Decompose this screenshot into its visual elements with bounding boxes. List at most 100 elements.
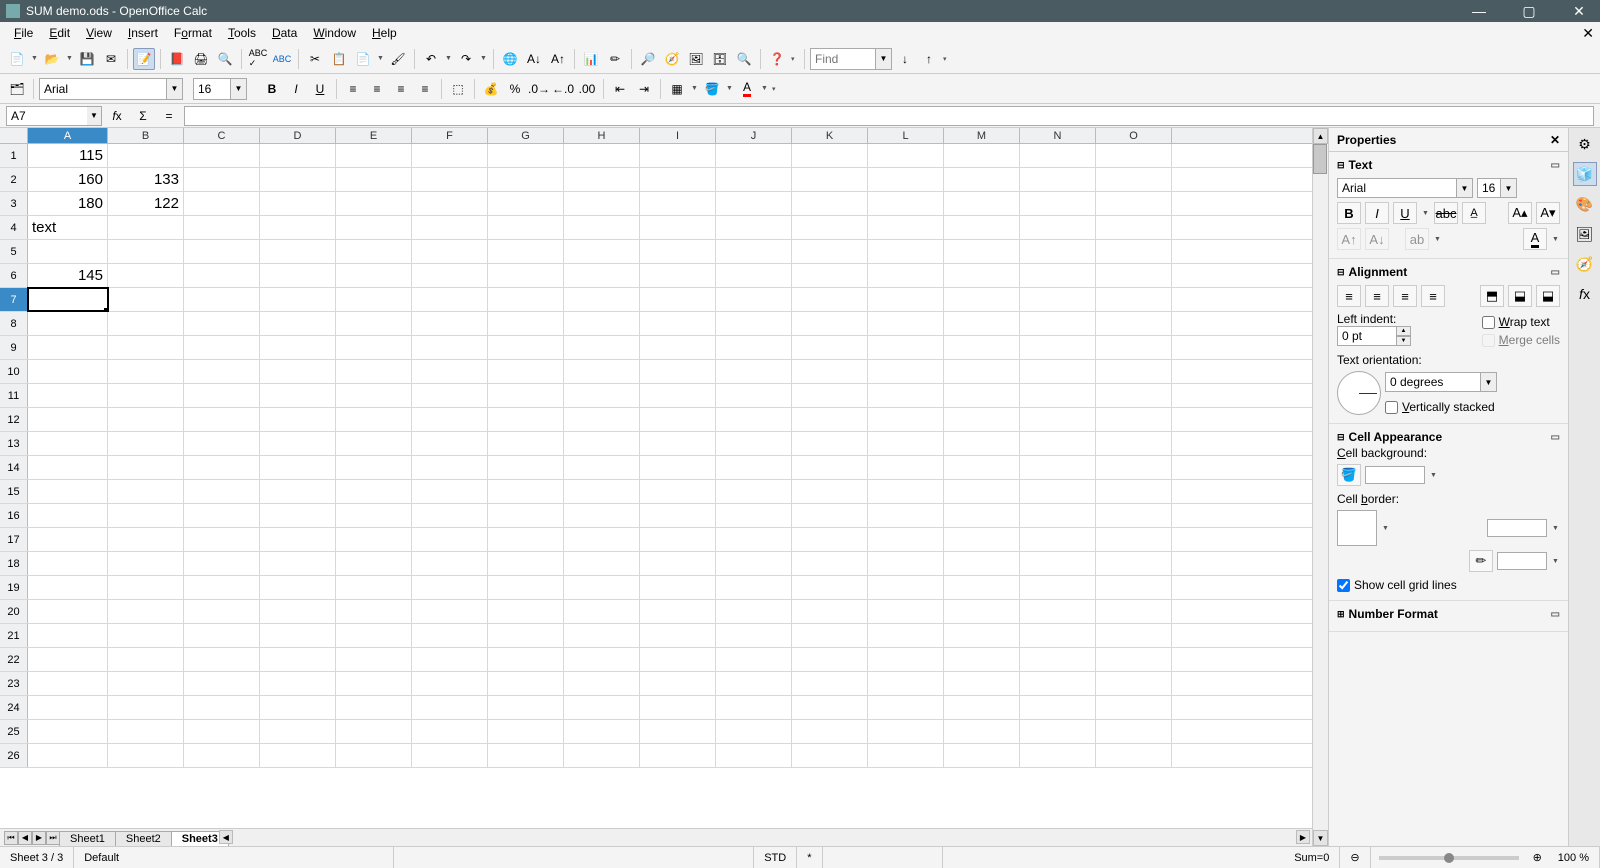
cell-F6[interactable] bbox=[412, 264, 488, 287]
cell-N24[interactable] bbox=[1020, 696, 1096, 719]
cell-E21[interactable] bbox=[336, 624, 412, 647]
cell-C21[interactable] bbox=[184, 624, 260, 647]
cell-D9[interactable] bbox=[260, 336, 336, 359]
cell-C8[interactable] bbox=[184, 312, 260, 335]
cell-D5[interactable] bbox=[260, 240, 336, 263]
cell-K12[interactable] bbox=[792, 408, 868, 431]
row-header-26[interactable]: 26 bbox=[0, 744, 28, 767]
cell-B13[interactable] bbox=[108, 432, 184, 455]
cell-E18[interactable] bbox=[336, 552, 412, 575]
cell-D11[interactable] bbox=[260, 384, 336, 407]
cell-I21[interactable] bbox=[640, 624, 716, 647]
row-header-20[interactable]: 20 bbox=[0, 600, 28, 623]
vertically-stacked-checkbox[interactable] bbox=[1385, 401, 1398, 414]
cell-N17[interactable] bbox=[1020, 528, 1096, 551]
cell-D4[interactable] bbox=[260, 216, 336, 239]
cell-J16[interactable] bbox=[716, 504, 792, 527]
cell-N26[interactable] bbox=[1020, 744, 1096, 767]
cell-O8[interactable] bbox=[1096, 312, 1172, 335]
cell-N6[interactable] bbox=[1020, 264, 1096, 287]
cell-N9[interactable] bbox=[1020, 336, 1096, 359]
column-header-A[interactable]: A bbox=[28, 128, 108, 143]
cell-B25[interactable] bbox=[108, 720, 184, 743]
cell-L21[interactable] bbox=[868, 624, 944, 647]
row-header-19[interactable]: 19 bbox=[0, 576, 28, 599]
vscroll-thumb[interactable] bbox=[1313, 144, 1327, 174]
cell-K5[interactable] bbox=[792, 240, 868, 263]
cell-L1[interactable] bbox=[868, 144, 944, 167]
cell-L4[interactable] bbox=[868, 216, 944, 239]
cell-L11[interactable] bbox=[868, 384, 944, 407]
cell-M7[interactable] bbox=[944, 288, 1020, 311]
copy-icon[interactable]: 📋 bbox=[328, 48, 350, 70]
cell-C2[interactable] bbox=[184, 168, 260, 191]
panel-font-color-button[interactable]: A bbox=[1523, 228, 1547, 250]
align-right-button[interactable]: ≡ bbox=[390, 78, 412, 100]
cell-H2[interactable] bbox=[564, 168, 640, 191]
cell-B1[interactable] bbox=[108, 144, 184, 167]
cell-O6[interactable] bbox=[1096, 264, 1172, 287]
cell-C6[interactable] bbox=[184, 264, 260, 287]
wrap-text-checkbox[interactable] bbox=[1482, 316, 1495, 329]
cell-A19[interactable] bbox=[28, 576, 108, 599]
cell-M3[interactable] bbox=[944, 192, 1020, 215]
cell-H5[interactable] bbox=[564, 240, 640, 263]
cell-M11[interactable] bbox=[944, 384, 1020, 407]
cell-H14[interactable] bbox=[564, 456, 640, 479]
cell-F8[interactable] bbox=[412, 312, 488, 335]
cell-F14[interactable] bbox=[412, 456, 488, 479]
cell-M23[interactable] bbox=[944, 672, 1020, 695]
cell-C26[interactable] bbox=[184, 744, 260, 767]
format-toolbar-overflow[interactable]: ▾ bbox=[772, 85, 780, 93]
cell-I13[interactable] bbox=[640, 432, 716, 455]
cell-H23[interactable] bbox=[564, 672, 640, 695]
cell-M18[interactable] bbox=[944, 552, 1020, 575]
cell-C19[interactable] bbox=[184, 576, 260, 599]
cut-icon[interactable]: ✂ bbox=[304, 48, 326, 70]
indent-up[interactable]: ▲ bbox=[1397, 326, 1411, 336]
cell-L10[interactable] bbox=[868, 360, 944, 383]
row-header-4[interactable]: 4 bbox=[0, 216, 28, 239]
column-header-N[interactable]: N bbox=[1020, 128, 1096, 143]
panel-font-size-dropdown[interactable]: ▼ bbox=[1501, 178, 1517, 198]
cell-B17[interactable] bbox=[108, 528, 184, 551]
redo-icon[interactable]: ↷ bbox=[455, 48, 477, 70]
function-wizard-button[interactable]: fx bbox=[106, 105, 128, 127]
hscroll-left-button[interactable]: ◀ bbox=[219, 830, 233, 844]
cell-B5[interactable] bbox=[108, 240, 184, 263]
cell-D20[interactable] bbox=[260, 600, 336, 623]
cell-A13[interactable] bbox=[28, 432, 108, 455]
cell-L9[interactable] bbox=[868, 336, 944, 359]
cell-K14[interactable] bbox=[792, 456, 868, 479]
cell-B11[interactable] bbox=[108, 384, 184, 407]
sidebar-gallery-icon[interactable]: 🖼 bbox=[1573, 222, 1597, 246]
cell-C4[interactable] bbox=[184, 216, 260, 239]
cell-G5[interactable] bbox=[488, 240, 564, 263]
menu-format[interactable]: Format bbox=[166, 24, 220, 42]
cell-G3[interactable] bbox=[488, 192, 564, 215]
cell-E19[interactable] bbox=[336, 576, 412, 599]
cell-M15[interactable] bbox=[944, 480, 1020, 503]
cell-E9[interactable] bbox=[336, 336, 412, 359]
cell-O13[interactable] bbox=[1096, 432, 1172, 455]
vscroll-down-button[interactable]: ▼ bbox=[1313, 830, 1328, 846]
cell-I4[interactable] bbox=[640, 216, 716, 239]
cell-L8[interactable] bbox=[868, 312, 944, 335]
cell-O17[interactable] bbox=[1096, 528, 1172, 551]
bg-color-preview[interactable] bbox=[1365, 466, 1425, 484]
cell-K23[interactable] bbox=[792, 672, 868, 695]
cell-H18[interactable] bbox=[564, 552, 640, 575]
status-pagestyle[interactable]: Default bbox=[74, 847, 394, 868]
cell-H24[interactable] bbox=[564, 696, 640, 719]
bg-fill-icon[interactable]: 🪣 bbox=[1337, 464, 1361, 486]
cell-E7[interactable] bbox=[336, 288, 412, 311]
redo-dropdown[interactable]: ▼ bbox=[480, 55, 488, 62]
cell-A6[interactable]: 145 bbox=[28, 264, 108, 287]
row-header-21[interactable]: 21 bbox=[0, 624, 28, 647]
minimize-button[interactable]: — bbox=[1464, 3, 1494, 20]
text-collapse-icon[interactable]: ⊟ bbox=[1337, 160, 1345, 171]
cell-L3[interactable] bbox=[868, 192, 944, 215]
column-header-K[interactable]: K bbox=[792, 128, 868, 143]
cell-H1[interactable] bbox=[564, 144, 640, 167]
sheet-tab-sheet1[interactable]: Sheet1 bbox=[59, 831, 116, 846]
